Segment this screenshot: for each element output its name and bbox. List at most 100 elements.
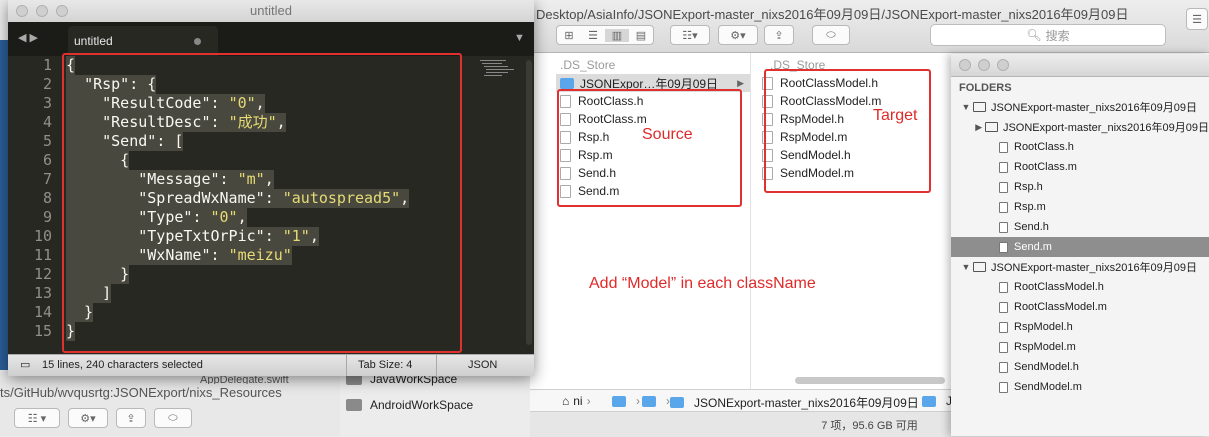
finder-item-label: .DS_Store: [560, 58, 616, 72]
line-number: 14: [33, 303, 52, 321]
folders-tree-file[interactable]: RootClass.h: [951, 137, 1209, 157]
disclosure-closed-icon[interactable]: ▶: [972, 122, 985, 133]
file-icon: [999, 241, 1008, 253]
background-path-text: ts/GitHub/wvqusrtg:JSONExport/nixs_Resou…: [0, 385, 282, 400]
cover-flow-icon[interactable]: ▤: [629, 29, 653, 42]
folders-tree-file[interactable]: Rsp.m: [951, 197, 1209, 217]
arrange-button[interactable]: ☷▾: [670, 25, 710, 45]
editor-titlebar: untitled: [8, 0, 534, 23]
tag-button[interactable]: ⬭: [154, 408, 192, 428]
minimap[interactable]: [478, 60, 524, 80]
list-view-icon[interactable]: ☰: [1186, 8, 1208, 30]
breadcrumb-item-project[interactable]: JSONExport-master_nixs2016年09月09日›: [670, 394, 927, 411]
tab-size-selector[interactable]: Tab Size: 4: [358, 355, 412, 376]
folders-tree-file[interactable]: Send.h: [951, 217, 1209, 237]
folder-icon: [922, 395, 936, 407]
tab-untitled[interactable]: untitled: [68, 26, 218, 56]
gear-menu-button[interactable]: ⚙ ▾: [68, 408, 108, 428]
file-icon: [999, 301, 1008, 313]
share-button[interactable]: ⇪: [116, 408, 146, 428]
folders-panel-titlebar: [951, 54, 1209, 77]
folders-tree-file[interactable]: SendModel.h: [951, 357, 1209, 377]
folders-tree-file[interactable]: RootClassModel.m: [951, 297, 1209, 317]
horizontal-scrollbar[interactable]: [795, 377, 945, 384]
line-number: 1: [42, 56, 52, 74]
disclosure-open-icon[interactable]: ▼: [959, 102, 973, 112]
finder-search-input[interactable]: 🔍︎ 搜索: [930, 24, 1166, 46]
folders-tree-file[interactable]: RootClass.m: [951, 157, 1209, 177]
tab-label: untitled: [74, 34, 113, 48]
folders-tree-label: Send.h: [1014, 221, 1049, 233]
tag-button[interactable]: ⬭: [812, 25, 850, 45]
chevron-right-icon: ›: [586, 394, 591, 408]
unsaved-dot-icon[interactable]: [194, 38, 201, 45]
folders-tree-folder[interactable]: ▼ JSONExport-master_nixs2016年09月09日: [951, 97, 1209, 117]
panel-toggle-icon[interactable]: ▭: [20, 355, 30, 376]
folders-panel: FOLDERS ▼ JSONExport-master_nixs2016年09月0…: [951, 54, 1209, 436]
folder-icon: [642, 395, 656, 407]
file-icon: [999, 141, 1008, 153]
sidebar-item-androidworkspace[interactable]: AndroidWorkSpace: [346, 396, 473, 414]
line-number: 13: [33, 284, 52, 302]
breadcrumb-folder[interactable]: ›: [612, 394, 640, 408]
folder-icon: [346, 399, 362, 411]
share-button[interactable]: ⇪: [764, 25, 794, 45]
folders-tree-file[interactable]: RspModel.h: [951, 317, 1209, 337]
finder-path-title: Desktop/AsiaInfo/JSONExport-master_nixs2…: [536, 7, 1129, 22]
folders-tree-file[interactable]: RootClassModel.h: [951, 277, 1209, 297]
folders-tree-label: SendModel.h: [1014, 361, 1079, 373]
close-button[interactable]: [16, 5, 28, 17]
share-icon: ⇪: [774, 29, 784, 42]
icon-view-icon[interactable]: ⊞: [557, 29, 581, 42]
close-button[interactable]: [959, 59, 971, 71]
action-button[interactable]: ⚙▾: [718, 25, 758, 45]
folder-icon: [973, 102, 986, 112]
folders-tree-file[interactable]: Rsp.h: [951, 177, 1209, 197]
finder-titlebar: Desktop/AsiaInfo/JSONExport-master_nixs2…: [530, 0, 1209, 53]
file-icon: [999, 361, 1008, 373]
folders-tree-label: RspModel.h: [1014, 321, 1073, 333]
disclosure-open-icon[interactable]: ▼: [959, 262, 973, 272]
breadcrumb-label: JSONExport-master_nixs2016年09月09日: [694, 396, 919, 410]
breadcrumb-item-home[interactable]: ⌂ ni ›: [562, 394, 591, 408]
line-number: 3: [42, 94, 52, 112]
annotation-box-target: [764, 69, 931, 193]
tag-icon: ⬭: [826, 28, 836, 41]
folders-tree-label: RootClass.h: [1014, 141, 1074, 153]
folders-tree-folder[interactable]: ▶ JSONExport-master_nixs2016年09月09日: [951, 117, 1209, 137]
annotation-box-source: [557, 89, 742, 207]
home-icon: ⌂: [562, 394, 570, 408]
folders-tree-file[interactable]: Send.m: [951, 237, 1209, 257]
tab-nav-arrows[interactable]: ◀ ▶: [18, 31, 38, 44]
gear-icon: ⚙: [80, 412, 91, 425]
tab-dropdown-icon[interactable]: ▼: [514, 32, 525, 44]
folders-tree-label: Rsp.m: [1014, 201, 1046, 213]
breadcrumb-folder[interactable]: ›: [642, 394, 670, 408]
folders-tree-label: JSONExport-master_nixs2016年09月09日: [991, 262, 1198, 274]
syntax-selector[interactable]: JSON: [468, 355, 497, 376]
finder-status-text: 7 项，95.6 GB 可用: [821, 419, 918, 432]
folder-icon: [670, 397, 684, 408]
folders-tree-folder[interactable]: ▼ JSONExport-master_nixs2016年09月09日: [951, 257, 1209, 277]
minimize-button[interactable]: [978, 59, 990, 71]
editor-scrollbar[interactable]: [526, 60, 532, 345]
line-number: 11: [33, 246, 52, 264]
folders-tree-label: RootClass.m: [1014, 161, 1077, 173]
folder-icon: [985, 122, 998, 132]
minimize-button[interactable]: [36, 5, 48, 17]
folders-tree-file[interactable]: RspModel.m: [951, 337, 1209, 357]
view-mode-segment[interactable]: ⊞ ☰ ▥ ▤: [556, 25, 654, 45]
folders-tree-file[interactable]: SendModel.m: [951, 377, 1209, 397]
line-number: 6: [42, 151, 52, 169]
finder-item-ds-store[interactable]: .DS_Store: [560, 56, 615, 74]
list-view-icon[interactable]: ☰: [581, 29, 605, 42]
line-number: 5: [42, 132, 52, 150]
view-options-button[interactable]: ☷ ▾: [14, 408, 60, 428]
line-number: 15: [33, 322, 52, 340]
zoom-button[interactable]: [56, 5, 68, 17]
line-number: 10: [33, 227, 52, 245]
line-number: 9: [42, 208, 52, 226]
zoom-button[interactable]: [997, 59, 1009, 71]
editor-status-bar: ▭ 15 lines, 240 characters selected Tab …: [8, 354, 534, 376]
column-view-icon[interactable]: ▥: [605, 28, 629, 42]
